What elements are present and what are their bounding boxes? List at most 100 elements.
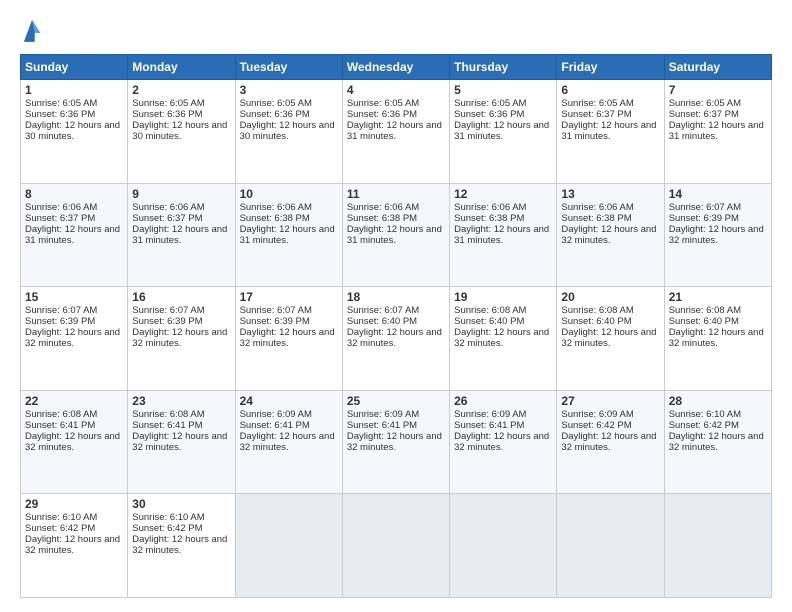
sunrise-label: Sunrise: 6:09 AM bbox=[454, 409, 526, 420]
sunset-label: Sunset: 6:36 PM bbox=[132, 109, 202, 120]
header bbox=[20, 18, 772, 44]
day-number: 23 bbox=[132, 394, 230, 408]
daylight-label: Daylight: 12 hours and 32 minutes. bbox=[132, 534, 227, 556]
daylight-label: Daylight: 12 hours and 32 minutes. bbox=[669, 224, 764, 246]
calendar-table: SundayMondayTuesdayWednesdayThursdayFrid… bbox=[20, 54, 772, 598]
day-number: 28 bbox=[669, 394, 767, 408]
calendar-cell: 19Sunrise: 6:08 AMSunset: 6:40 PMDayligh… bbox=[450, 287, 557, 391]
day-number: 19 bbox=[454, 290, 552, 304]
sunset-label: Sunset: 6:37 PM bbox=[561, 109, 631, 120]
sunrise-label: Sunrise: 6:06 AM bbox=[25, 202, 97, 213]
sunrise-label: Sunrise: 6:07 AM bbox=[132, 305, 204, 316]
sunset-label: Sunset: 6:40 PM bbox=[669, 316, 739, 327]
daylight-label: Daylight: 12 hours and 32 minutes. bbox=[347, 327, 442, 349]
sunrise-label: Sunrise: 6:05 AM bbox=[561, 98, 633, 109]
sunrise-label: Sunrise: 6:06 AM bbox=[454, 202, 526, 213]
sunrise-label: Sunrise: 6:06 AM bbox=[347, 202, 419, 213]
sunset-label: Sunset: 6:42 PM bbox=[561, 420, 631, 431]
day-number: 11 bbox=[347, 187, 445, 201]
day-number: 8 bbox=[25, 187, 123, 201]
calendar-cell bbox=[342, 494, 449, 598]
day-number: 12 bbox=[454, 187, 552, 201]
weekday-header: Monday bbox=[128, 55, 235, 80]
calendar-cell: 30Sunrise: 6:10 AMSunset: 6:42 PMDayligh… bbox=[128, 494, 235, 598]
day-number: 18 bbox=[347, 290, 445, 304]
sunset-label: Sunset: 6:39 PM bbox=[132, 316, 202, 327]
sunrise-label: Sunrise: 6:10 AM bbox=[25, 512, 97, 523]
sunrise-label: Sunrise: 6:09 AM bbox=[240, 409, 312, 420]
sunrise-label: Sunrise: 6:10 AM bbox=[132, 512, 204, 523]
calendar-cell: 2Sunrise: 6:05 AMSunset: 6:36 PMDaylight… bbox=[128, 80, 235, 184]
calendar-cell bbox=[664, 494, 771, 598]
day-number: 17 bbox=[240, 290, 338, 304]
calendar-cell: 20Sunrise: 6:08 AMSunset: 6:40 PMDayligh… bbox=[557, 287, 664, 391]
sunset-label: Sunset: 6:36 PM bbox=[25, 109, 95, 120]
calendar-week-row: 15Sunrise: 6:07 AMSunset: 6:39 PMDayligh… bbox=[21, 287, 772, 391]
calendar-cell: 9Sunrise: 6:06 AMSunset: 6:37 PMDaylight… bbox=[128, 183, 235, 287]
sunrise-label: Sunrise: 6:07 AM bbox=[347, 305, 419, 316]
daylight-label: Daylight: 12 hours and 32 minutes. bbox=[347, 431, 442, 453]
day-number: 4 bbox=[347, 83, 445, 97]
daylight-label: Daylight: 12 hours and 32 minutes. bbox=[25, 534, 120, 556]
daylight-label: Daylight: 12 hours and 32 minutes. bbox=[561, 327, 656, 349]
day-number: 5 bbox=[454, 83, 552, 97]
sunrise-label: Sunrise: 6:05 AM bbox=[240, 98, 312, 109]
calendar-week-row: 8Sunrise: 6:06 AMSunset: 6:37 PMDaylight… bbox=[21, 183, 772, 287]
calendar-cell: 12Sunrise: 6:06 AMSunset: 6:38 PMDayligh… bbox=[450, 183, 557, 287]
daylight-label: Daylight: 12 hours and 31 minutes. bbox=[347, 120, 442, 142]
day-number: 24 bbox=[240, 394, 338, 408]
sunset-label: Sunset: 6:38 PM bbox=[454, 213, 524, 224]
sunrise-label: Sunrise: 6:05 AM bbox=[669, 98, 741, 109]
sunset-label: Sunset: 6:42 PM bbox=[669, 420, 739, 431]
calendar-cell: 14Sunrise: 6:07 AMSunset: 6:39 PMDayligh… bbox=[664, 183, 771, 287]
calendar-cell bbox=[450, 494, 557, 598]
daylight-label: Daylight: 12 hours and 32 minutes. bbox=[240, 431, 335, 453]
calendar-week-row: 22Sunrise: 6:08 AMSunset: 6:41 PMDayligh… bbox=[21, 390, 772, 494]
calendar-cell: 1Sunrise: 6:05 AMSunset: 6:36 PMDaylight… bbox=[21, 80, 128, 184]
calendar-cell: 13Sunrise: 6:06 AMSunset: 6:38 PMDayligh… bbox=[557, 183, 664, 287]
sunrise-label: Sunrise: 6:07 AM bbox=[669, 202, 741, 213]
daylight-label: Daylight: 12 hours and 31 minutes. bbox=[669, 120, 764, 142]
sunset-label: Sunset: 6:41 PM bbox=[132, 420, 202, 431]
sunset-label: Sunset: 6:40 PM bbox=[347, 316, 417, 327]
daylight-label: Daylight: 12 hours and 32 minutes. bbox=[669, 327, 764, 349]
day-number: 9 bbox=[132, 187, 230, 201]
daylight-label: Daylight: 12 hours and 30 minutes. bbox=[25, 120, 120, 142]
sunrise-label: Sunrise: 6:06 AM bbox=[561, 202, 633, 213]
daylight-label: Daylight: 12 hours and 31 minutes. bbox=[132, 224, 227, 246]
sunset-label: Sunset: 6:36 PM bbox=[347, 109, 417, 120]
daylight-label: Daylight: 12 hours and 31 minutes. bbox=[240, 224, 335, 246]
day-number: 20 bbox=[561, 290, 659, 304]
sunset-label: Sunset: 6:40 PM bbox=[561, 316, 631, 327]
weekday-header: Friday bbox=[557, 55, 664, 80]
calendar-cell: 10Sunrise: 6:06 AMSunset: 6:38 PMDayligh… bbox=[235, 183, 342, 287]
sunrise-label: Sunrise: 6:05 AM bbox=[454, 98, 526, 109]
logo bbox=[20, 18, 42, 44]
daylight-label: Daylight: 12 hours and 32 minutes. bbox=[561, 431, 656, 453]
calendar-cell: 23Sunrise: 6:08 AMSunset: 6:41 PMDayligh… bbox=[128, 390, 235, 494]
calendar-cell: 18Sunrise: 6:07 AMSunset: 6:40 PMDayligh… bbox=[342, 287, 449, 391]
day-number: 7 bbox=[669, 83, 767, 97]
sunrise-label: Sunrise: 6:08 AM bbox=[132, 409, 204, 420]
day-number: 6 bbox=[561, 83, 659, 97]
calendar-cell: 16Sunrise: 6:07 AMSunset: 6:39 PMDayligh… bbox=[128, 287, 235, 391]
daylight-label: Daylight: 12 hours and 31 minutes. bbox=[454, 120, 549, 142]
sunset-label: Sunset: 6:37 PM bbox=[132, 213, 202, 224]
sunrise-label: Sunrise: 6:06 AM bbox=[132, 202, 204, 213]
day-number: 21 bbox=[669, 290, 767, 304]
sunset-label: Sunset: 6:39 PM bbox=[240, 316, 310, 327]
calendar-cell: 17Sunrise: 6:07 AMSunset: 6:39 PMDayligh… bbox=[235, 287, 342, 391]
calendar-week-row: 1Sunrise: 6:05 AMSunset: 6:36 PMDaylight… bbox=[21, 80, 772, 184]
weekday-header: Saturday bbox=[664, 55, 771, 80]
calendar-cell: 4Sunrise: 6:05 AMSunset: 6:36 PMDaylight… bbox=[342, 80, 449, 184]
day-number: 26 bbox=[454, 394, 552, 408]
calendar-cell: 6Sunrise: 6:05 AMSunset: 6:37 PMDaylight… bbox=[557, 80, 664, 184]
day-number: 16 bbox=[132, 290, 230, 304]
calendar-cell: 26Sunrise: 6:09 AMSunset: 6:41 PMDayligh… bbox=[450, 390, 557, 494]
sunrise-label: Sunrise: 6:05 AM bbox=[347, 98, 419, 109]
calendar-cell bbox=[235, 494, 342, 598]
weekday-header: Tuesday bbox=[235, 55, 342, 80]
sunrise-label: Sunrise: 6:06 AM bbox=[240, 202, 312, 213]
calendar-cell: 7Sunrise: 6:05 AMSunset: 6:37 PMDaylight… bbox=[664, 80, 771, 184]
sunrise-label: Sunrise: 6:09 AM bbox=[561, 409, 633, 420]
